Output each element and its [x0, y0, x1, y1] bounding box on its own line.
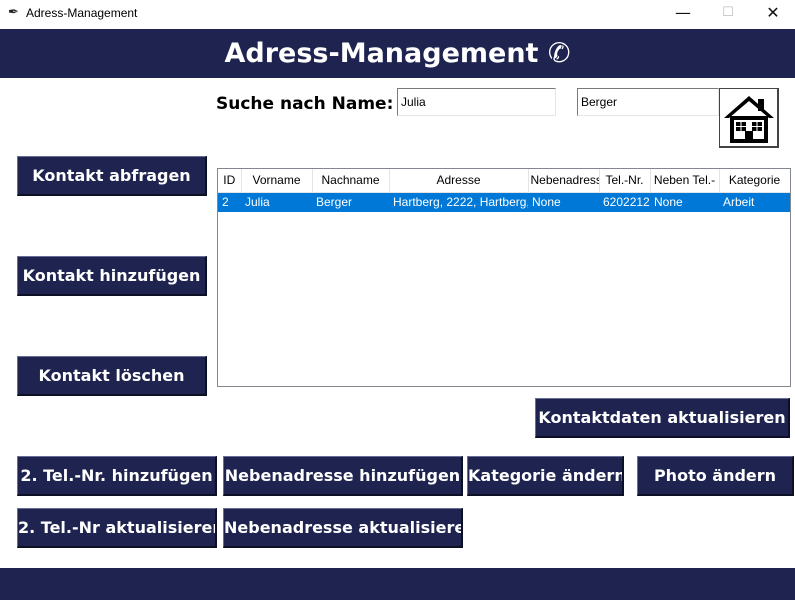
cell-neben-tel: None — [650, 192, 719, 212]
cell-vorname: Julia — [241, 192, 312, 212]
add-address2-button[interactable]: Nebenadresse hinzufügen — [223, 456, 463, 496]
maximize-button[interactable]: ☐ — [705, 0, 751, 27]
column-header-nebenadresse[interactable]: Nebenadress — [528, 169, 600, 193]
page-title: Adress-Management ✆ — [224, 38, 571, 69]
column-header-kategorie[interactable]: Kategorie — [719, 169, 790, 193]
contacts-table[interactable]: ID Vorname Nachname Adresse Nebenadress … — [217, 168, 791, 387]
cell-id: 2 — [218, 192, 241, 212]
minimize-button[interactable]: — — [660, 0, 706, 27]
add-phone2-button[interactable]: 2. Tel.-Nr. hinzufügen — [17, 456, 217, 496]
column-header-telnr[interactable]: Tel.-Nr. — [599, 169, 651, 193]
close-button[interactable]: ✕ — [750, 0, 795, 27]
table-row[interactable]: 2 Julia Berger Hartberg, 2222, Hartberg,… — [218, 192, 790, 212]
table-header-row: ID Vorname Nachname Adresse Nebenadress … — [218, 169, 790, 193]
search-label: Suche nach Name: — [216, 94, 394, 114]
update-phone2-button[interactable]: 2. Tel.-Nr aktualisieren — [17, 508, 217, 548]
last-name-input[interactable] — [577, 88, 719, 116]
app-footer — [0, 568, 795, 600]
house-icon — [724, 96, 774, 143]
cell-kategorie: Arbeit — [719, 192, 790, 212]
column-header-vorname[interactable]: Vorname — [241, 169, 313, 193]
update-address2-button[interactable]: Nebenadresse aktualisieren — [223, 508, 463, 548]
feather-icon: ✒ — [8, 5, 19, 20]
delete-contact-button[interactable]: Kontakt löschen — [17, 356, 207, 396]
change-photo-button[interactable]: Photo ändern — [637, 456, 794, 496]
add-contact-button[interactable]: Kontakt hinzufügen — [17, 256, 207, 296]
contact-photo — [719, 88, 779, 148]
column-header-adresse[interactable]: Adresse — [389, 169, 529, 193]
change-category-button[interactable]: Kategorie ändern — [467, 456, 624, 496]
cell-nebenadresse: None — [528, 192, 599, 212]
first-name-input[interactable] — [397, 88, 556, 116]
window-title: Adress-Management — [26, 6, 138, 20]
cell-nachname: Berger — [312, 192, 389, 212]
update-contact-button[interactable]: Kontaktdaten aktualisieren — [535, 398, 790, 438]
cell-adresse: Hartberg, 2222, Hartberg, — [389, 192, 528, 212]
column-header-neben-tel[interactable]: Neben Tel.- — [650, 169, 720, 193]
column-header-nachname[interactable]: Nachname — [312, 169, 390, 193]
app-header: Adress-Management ✆ — [0, 29, 795, 78]
query-contact-button[interactable]: Kontakt abfragen — [17, 156, 207, 196]
window-titlebar: ✒ Adress-Management — ☐ ✕ — [0, 0, 795, 27]
cell-telnr: 6202212 — [599, 192, 650, 212]
column-header-id[interactable]: ID — [218, 169, 242, 193]
